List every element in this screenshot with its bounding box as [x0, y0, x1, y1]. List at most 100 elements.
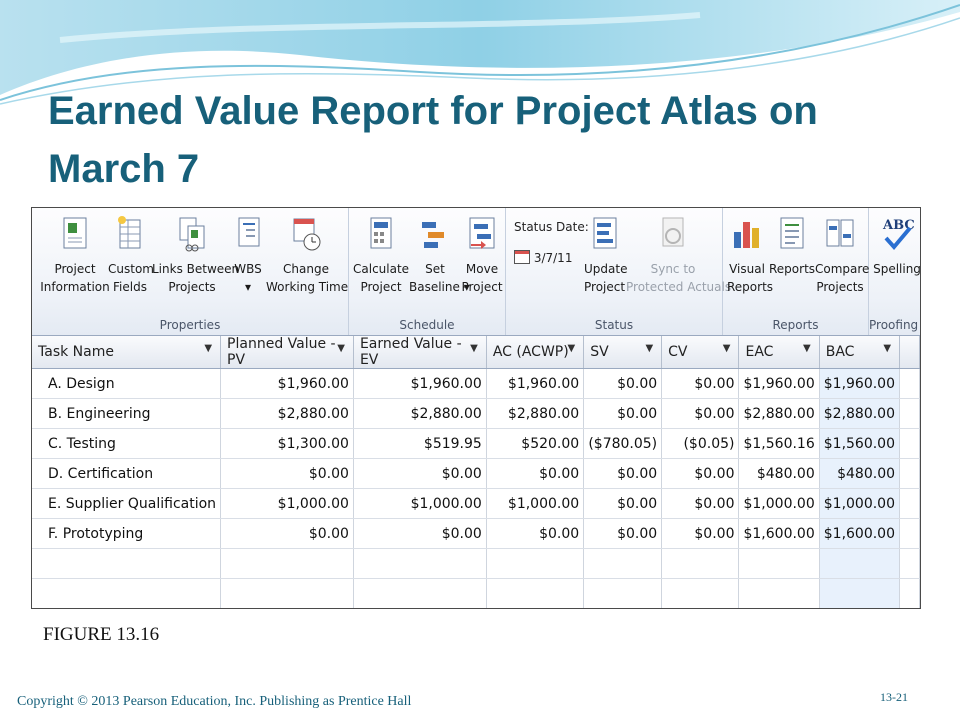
- column-header-planned-value[interactable]: Planned Value - PV ▼: [220, 336, 354, 369]
- status-date-field[interactable]: 3/7/11: [514, 250, 572, 265]
- task-name-cell[interactable]: C. Testing: [32, 428, 222, 459]
- table-cell[interactable]: $0.00: [486, 518, 585, 549]
- links-between-projects-button[interactable]: Links Between Projects: [152, 214, 239, 296]
- compare-projects-button[interactable]: Compare Projects: [815, 214, 869, 296]
- table-cell[interactable]: $520.00: [486, 428, 585, 459]
- table-cell[interactable]: [738, 578, 820, 608]
- column-header-add[interactable]: [899, 336, 920, 369]
- table-cell[interactable]: [899, 488, 920, 519]
- table-cell[interactable]: $1,600.00: [819, 518, 901, 549]
- column-header-sv[interactable]: SV ▼: [583, 336, 663, 369]
- table-cell[interactable]: ($780.05): [583, 428, 663, 459]
- column-header-earned-value[interactable]: Earned Value - EV ▼: [353, 336, 487, 369]
- table-cell[interactable]: [486, 578, 585, 608]
- move-project-button[interactable]: Move Project: [461, 214, 503, 296]
- table-cell[interactable]: ($0.05): [661, 428, 740, 459]
- table-cell[interactable]: $0.00: [661, 398, 740, 429]
- table-cell[interactable]: [583, 548, 663, 579]
- table-cell[interactable]: $1,560.16: [738, 428, 820, 459]
- table-cell[interactable]: $0.00: [661, 368, 740, 399]
- table-cell[interactable]: $0.00: [220, 458, 354, 489]
- table-cell[interactable]: $1,960.00: [353, 368, 487, 399]
- table-cell[interactable]: $0.00: [583, 488, 663, 519]
- table-cell[interactable]: $1,960.00: [819, 368, 901, 399]
- table-cell[interactable]: $2,880.00: [738, 398, 820, 429]
- table-cell[interactable]: [353, 578, 487, 608]
- sync-protected-actuals-button[interactable]: Sync to Protected Actuals: [626, 214, 731, 296]
- task-name-cell[interactable]: [32, 578, 222, 608]
- column-header-cv[interactable]: CV ▼: [661, 336, 740, 369]
- calculate-project-button[interactable]: Calculate Project: [353, 214, 409, 296]
- table-cell[interactable]: $0.00: [583, 398, 663, 429]
- table-cell[interactable]: $1,960.00: [220, 368, 354, 399]
- table-cell[interactable]: $1,300.00: [220, 428, 354, 459]
- task-name-cell[interactable]: E. Supplier Qualification: [32, 488, 222, 519]
- task-name-cell[interactable]: D. Certification: [32, 458, 222, 489]
- table-cell[interactable]: $519.95: [353, 428, 487, 459]
- table-cell[interactable]: $1,960.00: [738, 368, 820, 399]
- table-cell[interactable]: $1,000.00: [819, 488, 901, 519]
- table-cell[interactable]: $1,960.00: [486, 368, 585, 399]
- table-cell[interactable]: [819, 578, 901, 608]
- table-cell[interactable]: $0.00: [583, 458, 663, 489]
- table-row[interactable]: F. Prototyping $0.00 $0.00 $0.00 $0.00 $0.00 $…: [32, 518, 920, 549]
- table-cell[interactable]: [583, 578, 663, 608]
- table-row[interactable]: [32, 578, 920, 608]
- spelling-button[interactable]: ABC Spelling: [873, 214, 920, 278]
- table-cell[interactable]: [220, 548, 354, 579]
- table-cell[interactable]: $1,000.00: [353, 488, 487, 519]
- task-name-cell[interactable]: B. Engineering: [32, 398, 222, 429]
- table-row[interactable]: E. Supplier Qualification $1,000.00 $1,000…: [32, 488, 920, 519]
- set-baseline-button[interactable]: Set Baseline ▾: [409, 214, 470, 296]
- table-cell[interactable]: $2,880.00: [819, 398, 901, 429]
- table-cell[interactable]: [819, 548, 901, 579]
- table-cell[interactable]: $0.00: [583, 518, 663, 549]
- table-cell[interactable]: $0.00: [486, 458, 585, 489]
- table-cell[interactable]: [353, 548, 487, 579]
- table-cell[interactable]: $2,880.00: [220, 398, 354, 429]
- table-cell[interactable]: $480.00: [819, 458, 901, 489]
- table-cell[interactable]: [738, 548, 820, 579]
- wbs-button[interactable]: WBS ▾: [232, 214, 264, 296]
- table-cell[interactable]: $480.00: [738, 458, 820, 489]
- column-header-eac[interactable]: EAC ▼: [738, 336, 820, 369]
- table-cell[interactable]: [899, 578, 920, 608]
- table-cell[interactable]: $2,880.00: [353, 398, 487, 429]
- table-cell[interactable]: [899, 398, 920, 429]
- table-cell[interactable]: $1,560.00: [819, 428, 901, 459]
- column-header-bac[interactable]: BAC ▼: [819, 336, 901, 369]
- task-name-cell[interactable]: F. Prototyping: [32, 518, 222, 549]
- table-cell[interactable]: $0.00: [353, 458, 487, 489]
- table-cell[interactable]: [899, 518, 920, 549]
- change-working-time-button[interactable]: Change Working Time: [266, 214, 348, 296]
- table-cell[interactable]: $0.00: [353, 518, 487, 549]
- table-cell[interactable]: [899, 428, 920, 459]
- update-project-button[interactable]: Update Project: [584, 214, 627, 296]
- task-name-cell[interactable]: [32, 548, 222, 579]
- table-cell[interactable]: $0.00: [661, 458, 740, 489]
- table-row[interactable]: [32, 548, 920, 579]
- table-cell[interactable]: $1,000.00: [486, 488, 585, 519]
- table-cell[interactable]: [220, 578, 354, 608]
- table-cell[interactable]: [899, 368, 920, 399]
- table-cell[interactable]: [899, 548, 920, 579]
- task-name-cell[interactable]: A. Design: [32, 368, 222, 399]
- table-cell[interactable]: $1,000.00: [220, 488, 354, 519]
- table-row[interactable]: A. Design $1,960.00 $1,960.00 $1,960.00 $0.0…: [32, 368, 920, 399]
- table-cell[interactable]: $0.00: [661, 518, 740, 549]
- column-header-ac[interactable]: AC (ACWP) ▼: [486, 336, 585, 369]
- table-cell[interactable]: [661, 548, 740, 579]
- table-cell[interactable]: $2,880.00: [486, 398, 585, 429]
- table-cell[interactable]: [661, 578, 740, 608]
- reports-button[interactable]: Reports: [769, 214, 815, 278]
- table-cell[interactable]: [899, 458, 920, 489]
- table-cell[interactable]: $0.00: [583, 368, 663, 399]
- table-cell[interactable]: $1,600.00: [738, 518, 820, 549]
- visual-reports-button[interactable]: Visual Reports: [727, 214, 773, 296]
- project-information-button[interactable]: Project Information: [40, 214, 110, 296]
- custom-fields-button[interactable]: Custom Fields: [108, 214, 154, 296]
- table-row[interactable]: D. Certification $0.00 $0.00 $0.00 $0.00 $0.0…: [32, 458, 920, 489]
- table-row[interactable]: B. Engineering $2,880.00 $2,880.00 $2,880.0…: [32, 398, 920, 429]
- table-row[interactable]: C. Testing $1,300.00 $519.95 $520.00 ($780.0…: [32, 428, 920, 459]
- table-cell[interactable]: $1,000.00: [738, 488, 820, 519]
